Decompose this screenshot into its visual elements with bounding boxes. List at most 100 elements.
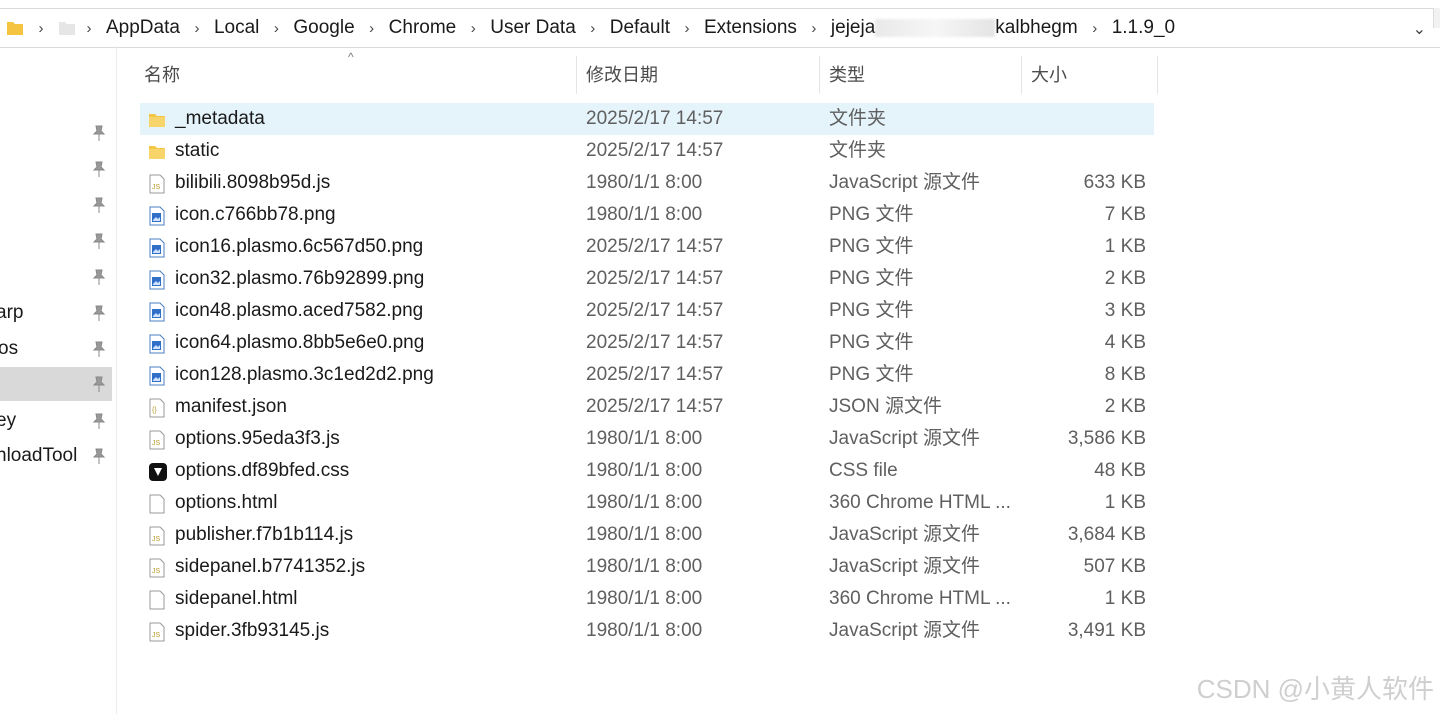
- nav-item[interactable]: arp: [0, 296, 112, 330]
- crumb-user-data[interactable]: User Data: [478, 17, 588, 39]
- file-row[interactable]: JS bilibili.8098b95d.js 1980/1/1 8:00 JavaS…: [140, 167, 1154, 199]
- column-header-type[interactable]: 类型: [829, 52, 865, 98]
- nav-item[interactable]: [0, 152, 112, 186]
- nav-item[interactable]: [0, 260, 112, 294]
- html-file-icon: [148, 493, 166, 514]
- js-file-icon: JS: [148, 173, 166, 194]
- pin-icon: [92, 376, 106, 392]
- chevron-right-icon[interactable]: ›: [809, 20, 819, 37]
- nav-item[interactable]: ey: [0, 404, 112, 438]
- file-size: 633 KB: [1083, 172, 1146, 193]
- extension-id-start: jejeja: [830, 17, 876, 38]
- js-file-icon: JS: [148, 557, 166, 578]
- file-type: JavaScript 源文件: [829, 428, 980, 449]
- nav-item-selected[interactable]: [0, 367, 112, 401]
- nav-item[interactable]: nloadTool: [0, 439, 112, 473]
- file-date: 2025/2/17 14:57: [586, 108, 724, 129]
- file-row[interactable]: JS sidepanel.b7741352.js 1980/1/1 8:00 Java…: [140, 551, 1154, 583]
- file-row[interactable]: icon64.plasmo.8bb5e6e0.png 2025/2/17 14:5…: [140, 327, 1154, 359]
- file-row[interactable]: icon.c766bb78.png 1980/1/1 8:00 PNG 文件 7 KB: [140, 199, 1154, 231]
- file-row[interactable]: icon16.plasmo.6c567d50.png 2025/2/17 14:5…: [140, 231, 1154, 263]
- chevron-right-icon[interactable]: ›: [588, 20, 598, 37]
- chevron-right-icon[interactable]: ›: [682, 20, 692, 37]
- file-size: 1 KB: [1104, 492, 1146, 513]
- image-file-icon: [148, 237, 166, 258]
- file-row[interactable]: JS options.95eda3f3.js 1980/1/1 8:00 JavaSc…: [140, 423, 1154, 455]
- file-row[interactable]: options.df89bfed.css 1980/1/1 8:00 CSS fil…: [140, 455, 1154, 487]
- svg-text:JS: JS: [152, 632, 161, 639]
- file-size: 4 KB: [1104, 332, 1146, 353]
- chevron-right-icon[interactable]: ›: [192, 20, 202, 37]
- file-row[interactable]: options.html 1980/1/1 8:00 360 Chrome HTML…: [140, 487, 1154, 519]
- chevron-right-icon[interactable]: ›: [36, 20, 46, 37]
- file-size: 1 KB: [1104, 236, 1146, 257]
- pin-icon: [92, 197, 106, 213]
- column-header-name[interactable]: 名称: [144, 52, 180, 98]
- file-size: 3 KB: [1104, 300, 1146, 321]
- column-divider[interactable]: [819, 56, 820, 94]
- file-row[interactable]: icon32.plasmo.76b92899.png 2025/2/17 14:5…: [140, 263, 1154, 295]
- file-date: 2025/2/17 14:57: [586, 140, 724, 161]
- file-row[interactable]: icon128.plasmo.3c1ed2d2.png 2025/2/17 14:…: [140, 359, 1154, 391]
- folder-icon: [148, 109, 166, 129]
- file-row[interactable]: icon48.plasmo.aced7582.png 2025/2/17 14:5…: [140, 295, 1154, 327]
- crumb-chrome[interactable]: Chrome: [377, 17, 469, 39]
- column-divider[interactable]: [1157, 56, 1158, 94]
- js-file-icon: JS: [148, 525, 166, 546]
- file-type: PNG 文件: [829, 364, 914, 385]
- file-row[interactable]: JS spider.3fb93145.js 1980/1/1 8:00 JavaScr…: [140, 615, 1154, 647]
- crumb-extensions[interactable]: Extensions: [692, 17, 809, 39]
- column-header-date[interactable]: 修改日期: [586, 52, 658, 98]
- image-file-icon: [148, 333, 166, 354]
- extension-id-end: kalbhegm: [995, 17, 1078, 38]
- crumb-local[interactable]: Local: [202, 17, 271, 39]
- chevron-down-icon[interactable]: ⌄: [1413, 19, 1426, 39]
- nav-item[interactable]: [0, 116, 112, 150]
- file-name: sidepanel.b7741352.js: [175, 556, 366, 577]
- file-type: CSS file: [829, 460, 898, 481]
- column-divider[interactable]: [1021, 56, 1022, 94]
- file-name: icon.c766bb78.png: [175, 204, 336, 225]
- crumb-default[interactable]: Default: [598, 17, 682, 39]
- crumb-google[interactable]: Google: [281, 17, 366, 39]
- pin-icon: [92, 341, 106, 357]
- crumb-extension-id[interactable]: jejeja kalbhegm: [819, 17, 1090, 39]
- chevron-right-icon[interactable]: ›: [84, 20, 94, 37]
- crumb-appdata[interactable]: AppData: [94, 17, 192, 39]
- file-type: JavaScript 源文件: [829, 524, 980, 545]
- nav-item[interactable]: [0, 224, 112, 258]
- chevron-right-icon[interactable]: ›: [271, 20, 281, 37]
- js-file-icon: JS: [148, 621, 166, 642]
- image-file-icon: [148, 205, 166, 226]
- crumb-version[interactable]: 1.1.9_0: [1100, 17, 1187, 39]
- file-row[interactable]: sidepanel.html 1980/1/1 8:00 360 Chrome HT…: [140, 583, 1154, 615]
- file-row[interactable]: _metadata 2025/2/17 14:57 文件夹: [140, 103, 1154, 135]
- file-name: icon128.plasmo.3c1ed2d2.png: [175, 364, 434, 385]
- file-size: 3,586 KB: [1067, 428, 1146, 449]
- file-date: 2025/2/17 14:57: [586, 364, 724, 385]
- pin-icon: [92, 161, 106, 177]
- css-file-icon: [148, 461, 167, 481]
- folder-icon: [148, 141, 166, 161]
- file-type: 文件夹: [829, 140, 887, 161]
- nav-item[interactable]: os: [0, 332, 112, 366]
- file-row[interactable]: JS publisher.f7b1b114.js 1980/1/1 8:00 Java…: [140, 519, 1154, 551]
- address-bar[interactable]: › › AppData › Local › Google › Chrome › …: [0, 8, 1440, 48]
- file-row[interactable]: static 2025/2/17 14:57 文件夹: [140, 135, 1154, 167]
- image-file-icon: [148, 269, 166, 290]
- file-size: 3,491 KB: [1067, 620, 1146, 641]
- file-row[interactable]: {} manifest.json 2025/2/17 14:57 JSON 源文件 2 …: [140, 391, 1154, 423]
- svg-text:JS: JS: [152, 184, 161, 191]
- nav-item[interactable]: [0, 188, 112, 222]
- file-date: 2025/2/17 14:57: [586, 268, 724, 289]
- file-name: options.95eda3f3.js: [175, 428, 340, 449]
- chevron-right-icon[interactable]: ›: [1090, 20, 1100, 37]
- column-divider[interactable]: [576, 56, 577, 94]
- svg-text:{}: {}: [152, 407, 157, 414]
- folder-icon: [7, 22, 23, 35]
- chevron-right-icon[interactable]: ›: [367, 20, 377, 37]
- column-header-size[interactable]: 大小: [1031, 52, 1067, 98]
- svg-text:JS: JS: [152, 440, 161, 447]
- window-edge: [1433, 8, 1440, 28]
- chevron-right-icon[interactable]: ›: [468, 20, 478, 37]
